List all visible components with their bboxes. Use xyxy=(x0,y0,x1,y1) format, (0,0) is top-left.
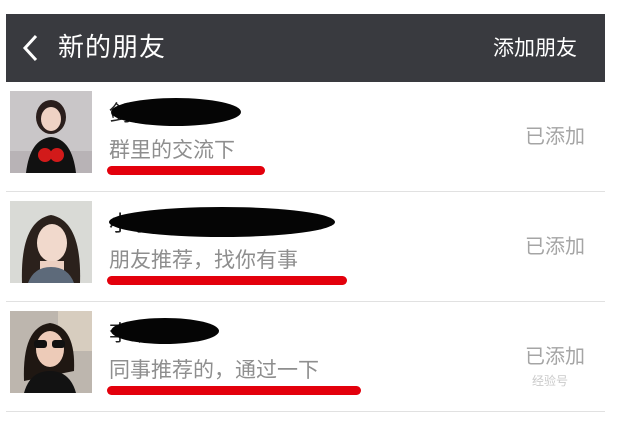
divider xyxy=(6,411,605,412)
avatar xyxy=(10,311,92,393)
name-redaction xyxy=(111,318,219,344)
chevron-left-icon xyxy=(22,34,38,62)
avatar xyxy=(10,91,92,173)
friend-name: 剑桥青年 xyxy=(109,94,409,128)
new-friends-list: 剑桥青年 群里的交流下 已添加 小宇的朋友挺好技 朋友推荐，找你有事 已添加 xyxy=(6,82,605,412)
request-message: 群里的交流下 xyxy=(109,138,235,162)
friend-name: 李晓君 xyxy=(109,314,409,348)
avatar xyxy=(10,201,92,283)
added-status: 已添加 xyxy=(525,344,585,368)
list-item[interactable]: 小宇的朋友挺好技 朋友推荐，找你有事 已添加 xyxy=(6,192,605,302)
add-friend-button[interactable]: 添加朋友 xyxy=(493,14,577,82)
request-message: 朋友推荐，找你有事 xyxy=(109,248,298,272)
page-title: 新的朋友 xyxy=(58,33,167,63)
list-item[interactable]: 李晓君 同事推荐的，通过一下 已添加 xyxy=(6,302,605,412)
red-underline-annotation xyxy=(107,276,347,285)
name-redaction xyxy=(109,207,335,237)
watermark: 经验号 xyxy=(532,374,569,388)
added-status: 已添加 xyxy=(525,124,585,148)
back-button[interactable] xyxy=(6,14,56,82)
red-underline-annotation xyxy=(107,386,361,395)
friend-name: 小宇的朋友挺好技 xyxy=(109,204,409,238)
name-redaction xyxy=(111,98,241,126)
list-item[interactable]: 剑桥青年 群里的交流下 已添加 xyxy=(6,82,605,192)
added-status: 已添加 xyxy=(525,234,585,258)
request-message: 同事推荐的，通过一下 xyxy=(109,358,319,382)
red-underline-annotation xyxy=(107,166,265,175)
top-navigation-bar: 新的朋友 添加朋友 xyxy=(6,14,605,82)
